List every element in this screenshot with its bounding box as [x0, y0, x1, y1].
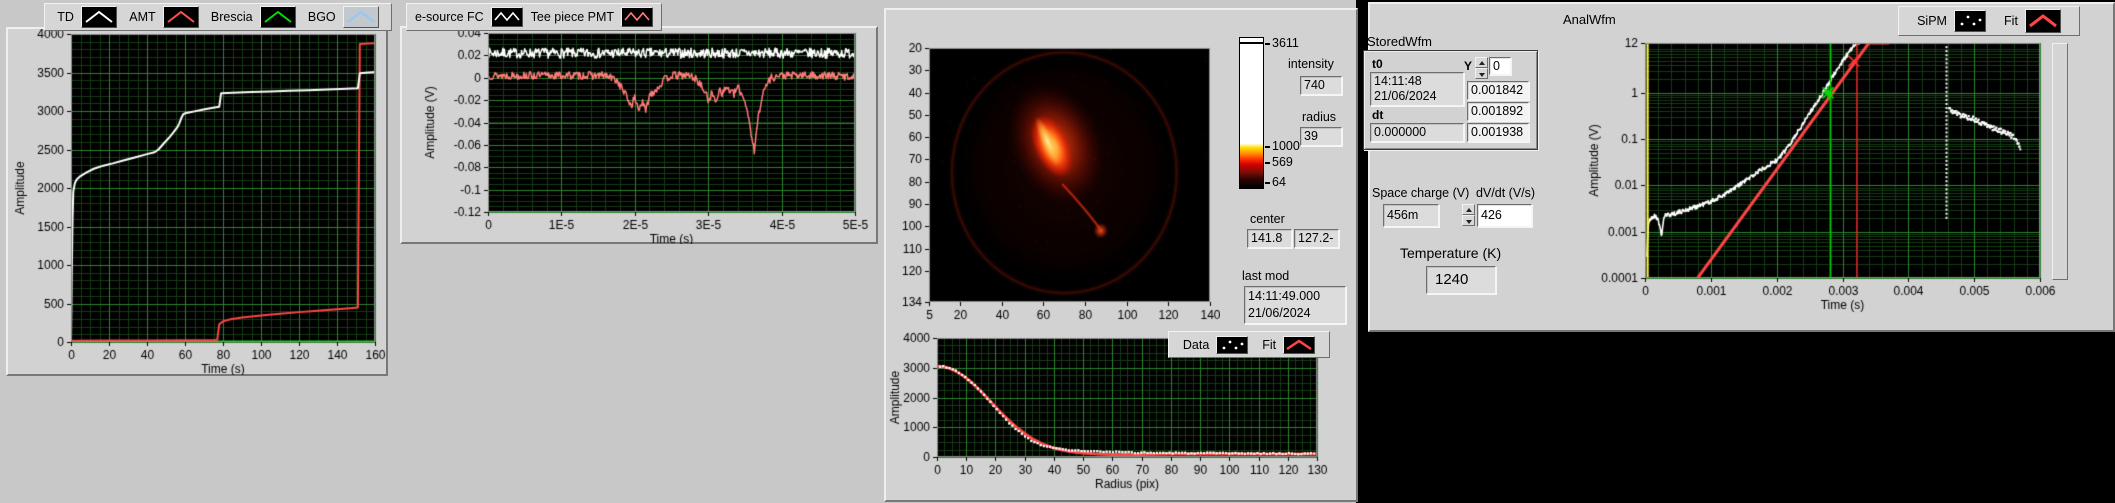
- storedwfm-cluster: t0 14:11:48 21/06/2024 dt 0.000000 Y 0 0…: [1363, 50, 1538, 150]
- last-mod-value: 14:11:49.000 21/06/2024: [1244, 286, 1346, 324]
- data-trace-icon[interactable]: [1216, 336, 1248, 354]
- space-charge-label: Space charge (V): [1372, 186, 1469, 200]
- legend-label-sipm: SiPM: [1917, 14, 1947, 28]
- temperature-label: Temperature (K): [1400, 245, 1501, 261]
- colorbar-label-1000: 1000: [1272, 139, 1300, 153]
- sipm-trace-icon[interactable]: [1954, 10, 1986, 32]
- colorbar-tick: [1265, 162, 1270, 164]
- legend-item-brescia[interactable]: Brescia: [211, 6, 296, 28]
- dvdt-label: dV/dt (V/s): [1476, 186, 1535, 200]
- tee-piece-pmt-trace-icon[interactable]: [621, 7, 653, 27]
- bgo-trace-icon[interactable]: [343, 6, 379, 28]
- legend-item-sipm[interactable]: SiPM: [1917, 10, 1986, 32]
- wfm-array-value-2: 0.001938: [1467, 123, 1529, 142]
- y-index-value[interactable]: 0: [1489, 57, 1511, 75]
- colorbar-ramp[interactable]: [1239, 43, 1264, 189]
- dvdt-spinner[interactable]: [1462, 204, 1475, 226]
- legend-item-fit[interactable]: Fit: [1262, 336, 1315, 354]
- scintillator-graph-plot[interactable]: [7, 29, 386, 375]
- analwfm-legend: SiPM Fit: [1898, 6, 2080, 36]
- legend-label-tee-piece-pmt: Tee piece PMT: [531, 10, 614, 24]
- y-index-decrement-icon[interactable]: [1475, 68, 1488, 79]
- colorbar-tick: [1265, 182, 1270, 184]
- legend-label-amt: AMT: [129, 10, 155, 24]
- t0-label: t0: [1372, 57, 1383, 71]
- last-mod-date: 21/06/2024: [1248, 306, 1311, 320]
- legend-label-esource-fc: e-source FC: [415, 10, 484, 24]
- esource-fc-trace-icon[interactable]: [491, 7, 523, 27]
- td-trace-icon[interactable]: [81, 6, 117, 28]
- fc-pmt-graph-legend: e-source FC Tee piece PMT: [406, 3, 662, 31]
- anal-fit-trace-icon[interactable]: [2025, 9, 2061, 33]
- dt-label: dt: [1372, 108, 1383, 122]
- legend-item-bgo[interactable]: BGO: [308, 6, 379, 28]
- colorbar-tick: [1265, 146, 1270, 148]
- legend-item-esource-fc[interactable]: e-source FC: [415, 7, 523, 27]
- t0-date: 21/06/2024: [1374, 89, 1437, 103]
- dvdt-decrement-icon[interactable]: [1462, 215, 1475, 226]
- legend-item-anal-fit[interactable]: Fit: [2004, 9, 2061, 33]
- legend-label-fit: Fit: [1262, 338, 1276, 352]
- fit-trace-icon[interactable]: [1283, 336, 1315, 354]
- wfm-array-value-1: 0.001892: [1467, 102, 1529, 121]
- legend-label-brescia: Brescia: [211, 10, 253, 24]
- dvdt-value[interactable]: 426: [1477, 204, 1532, 227]
- labview-front-panel: TD AMT Brescia BGO e-source: [0, 0, 2115, 503]
- space-charge-value: 456m: [1383, 204, 1439, 227]
- radial-profile-legend: Data Fit: [1168, 331, 1330, 358]
- legend-item-td[interactable]: TD: [57, 6, 117, 28]
- last-mod-time: 14:11:49.000: [1248, 289, 1320, 303]
- legend-label-bgo: BGO: [308, 10, 336, 24]
- legend-label-td: TD: [57, 10, 74, 24]
- last-mod-label: last mod: [1242, 269, 1289, 283]
- brescia-trace-icon[interactable]: [260, 6, 296, 28]
- dvdt-increment-icon[interactable]: [1462, 204, 1475, 215]
- legend-item-amt[interactable]: AMT: [129, 6, 198, 28]
- colorbar-max-label: 3611: [1272, 36, 1299, 50]
- legend-item-tee-piece-pmt[interactable]: Tee piece PMT: [531, 7, 653, 27]
- colorbar-label-569: 569: [1272, 155, 1293, 169]
- y-index-increment-icon[interactable]: [1475, 57, 1488, 68]
- beam-intensity-image[interactable]: [890, 16, 1220, 330]
- y-index-spinner[interactable]: 0: [1475, 57, 1511, 79]
- analwfm-right-strip: [2052, 43, 2068, 280]
- amt-trace-icon[interactable]: [163, 6, 199, 28]
- intensity-label: intensity: [1288, 57, 1334, 71]
- t0-time: 14:11:48: [1374, 74, 1422, 88]
- center-x-value: 141.8: [1247, 229, 1292, 248]
- center-y-value: 127.2-: [1294, 229, 1339, 248]
- temperature-value: 1240: [1426, 266, 1496, 294]
- legend-label-anal-fit: Fit: [2004, 14, 2018, 28]
- storedwfm-title: StoredWfm: [1367, 34, 1432, 49]
- radius-value: 39: [1300, 127, 1342, 146]
- colorbar-tick: [1265, 43, 1270, 45]
- dt-value: 0.000000: [1370, 123, 1464, 142]
- t0-value: 14:11:48 21/06/2024: [1370, 72, 1464, 106]
- colorbar-label-64: 64: [1272, 175, 1286, 189]
- y-array-label: Y: [1464, 59, 1472, 73]
- center-label: center: [1250, 212, 1285, 226]
- wfm-array-value-0: 0.001842: [1467, 81, 1529, 100]
- intensity-value: 740: [1300, 76, 1342, 95]
- analwfm-plot[interactable]: [1585, 4, 2061, 318]
- fc-pmt-graph-plot[interactable]: [402, 28, 876, 244]
- radius-label: radius: [1302, 110, 1336, 124]
- scintillator-graph-legend: TD AMT Brescia BGO: [44, 3, 392, 31]
- legend-item-data[interactable]: Data: [1183, 336, 1248, 354]
- legend-label-data: Data: [1183, 338, 1209, 352]
